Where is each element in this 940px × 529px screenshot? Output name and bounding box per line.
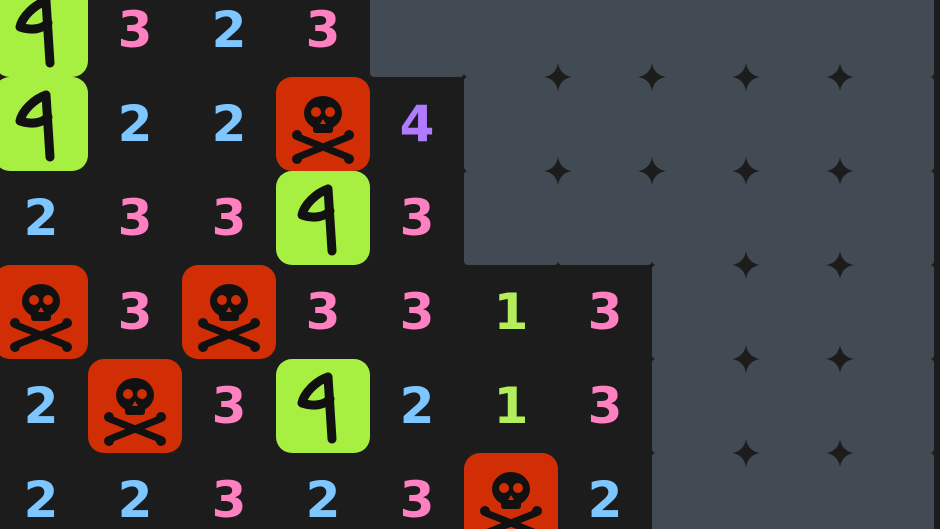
adjacent-count: 3 xyxy=(211,377,247,435)
number-tile[interactable]: 3 xyxy=(182,453,276,529)
sparkle-icon xyxy=(632,57,672,97)
number-tile[interactable]: 2 xyxy=(370,359,464,453)
flagged-tile[interactable] xyxy=(276,359,370,453)
mine-tile[interactable] xyxy=(182,265,276,359)
flag-icon xyxy=(297,184,337,256)
number-tile[interactable]: 3 xyxy=(558,359,652,453)
adjacent-count: 2 xyxy=(305,471,341,529)
sparkle-icon xyxy=(820,151,860,191)
mine-tile[interactable] xyxy=(276,77,370,171)
adjacent-count: 3 xyxy=(399,189,435,247)
sparkle-icon xyxy=(820,57,860,97)
number-tile[interactable]: 3 xyxy=(558,265,652,359)
adjacent-count: 2 xyxy=(117,471,153,529)
skull-crossbones-icon xyxy=(198,284,260,352)
adjacent-count: 1 xyxy=(493,377,529,435)
mine-tile[interactable] xyxy=(0,265,88,359)
adjacent-count: 3 xyxy=(117,1,153,59)
number-tile[interactable]: 2 xyxy=(276,453,370,529)
flag-icon xyxy=(15,0,55,68)
adjacent-count: 3 xyxy=(211,189,247,247)
number-tile[interactable]: 2 xyxy=(88,453,182,529)
sparkle-icon xyxy=(538,151,578,191)
flagged-tile[interactable] xyxy=(0,0,88,77)
adjacent-count: 3 xyxy=(117,283,153,341)
number-tile[interactable]: 3 xyxy=(88,265,182,359)
number-tile[interactable]: 3 xyxy=(370,453,464,529)
adjacent-count: 2 xyxy=(23,189,59,247)
adjacent-count: 2 xyxy=(211,1,247,59)
flag-icon xyxy=(15,90,55,162)
number-tile[interactable]: 3 xyxy=(182,359,276,453)
minefield-board: 32322423333331323213223232 xyxy=(0,0,940,529)
number-tile[interactable]: 2 xyxy=(0,171,88,265)
number-tile[interactable]: 3 xyxy=(88,0,182,77)
sparkle-icon xyxy=(726,57,766,97)
adjacent-count: 1 xyxy=(493,283,529,341)
number-tile[interactable]: 2 xyxy=(0,453,88,529)
hidden-tile[interactable] xyxy=(370,0,464,77)
number-tile[interactable]: 1 xyxy=(464,359,558,453)
sparkle-icon xyxy=(820,245,860,285)
adjacent-count: 2 xyxy=(399,377,435,435)
flagged-tile[interactable] xyxy=(0,77,88,171)
adjacent-count: 3 xyxy=(117,189,153,247)
skull-crossbones-icon xyxy=(292,96,354,164)
number-tile[interactable]: 1 xyxy=(464,265,558,359)
sparkle-icon xyxy=(726,245,766,285)
number-tile[interactable]: 4 xyxy=(370,77,464,171)
number-tile[interactable]: 3 xyxy=(370,265,464,359)
number-tile[interactable]: 3 xyxy=(370,171,464,265)
sparkle-icon xyxy=(726,151,766,191)
skull-crossbones-icon xyxy=(10,284,72,352)
number-tile[interactable]: 3 xyxy=(182,171,276,265)
mine-tile[interactable] xyxy=(88,359,182,453)
number-tile[interactable]: 2 xyxy=(0,359,88,453)
adjacent-count: 3 xyxy=(305,1,341,59)
adjacent-count: 4 xyxy=(399,95,435,153)
sparkle-icon xyxy=(726,433,766,473)
adjacent-count: 2 xyxy=(211,95,247,153)
number-tile[interactable]: 3 xyxy=(276,0,370,77)
adjacent-count: 2 xyxy=(117,95,153,153)
mine-tile[interactable] xyxy=(464,453,558,529)
skull-crossbones-icon xyxy=(480,472,542,529)
adjacent-count: 3 xyxy=(587,283,623,341)
number-tile[interactable]: 2 xyxy=(558,453,652,529)
adjacent-count: 3 xyxy=(305,283,341,341)
number-tile[interactable]: 2 xyxy=(88,77,182,171)
number-tile[interactable]: 2 xyxy=(182,77,276,171)
adjacent-count: 3 xyxy=(587,377,623,435)
adjacent-count: 3 xyxy=(399,471,435,529)
number-tile[interactable]: 2 xyxy=(182,0,276,77)
sparkle-icon xyxy=(726,339,766,379)
sparkle-icon xyxy=(632,151,672,191)
number-tile[interactable]: 3 xyxy=(276,265,370,359)
sparkle-icon xyxy=(820,339,860,379)
flag-icon xyxy=(297,372,337,444)
sparkle-icon xyxy=(820,433,860,473)
flagged-tile[interactable] xyxy=(276,171,370,265)
sparkle-icon xyxy=(538,57,578,97)
number-tile[interactable]: 3 xyxy=(88,171,182,265)
adjacent-count: 3 xyxy=(211,471,247,529)
skull-crossbones-icon xyxy=(104,378,166,446)
adjacent-count: 2 xyxy=(587,471,623,529)
adjacent-count: 3 xyxy=(399,283,435,341)
adjacent-count: 2 xyxy=(23,471,59,529)
adjacent-count: 2 xyxy=(23,377,59,435)
